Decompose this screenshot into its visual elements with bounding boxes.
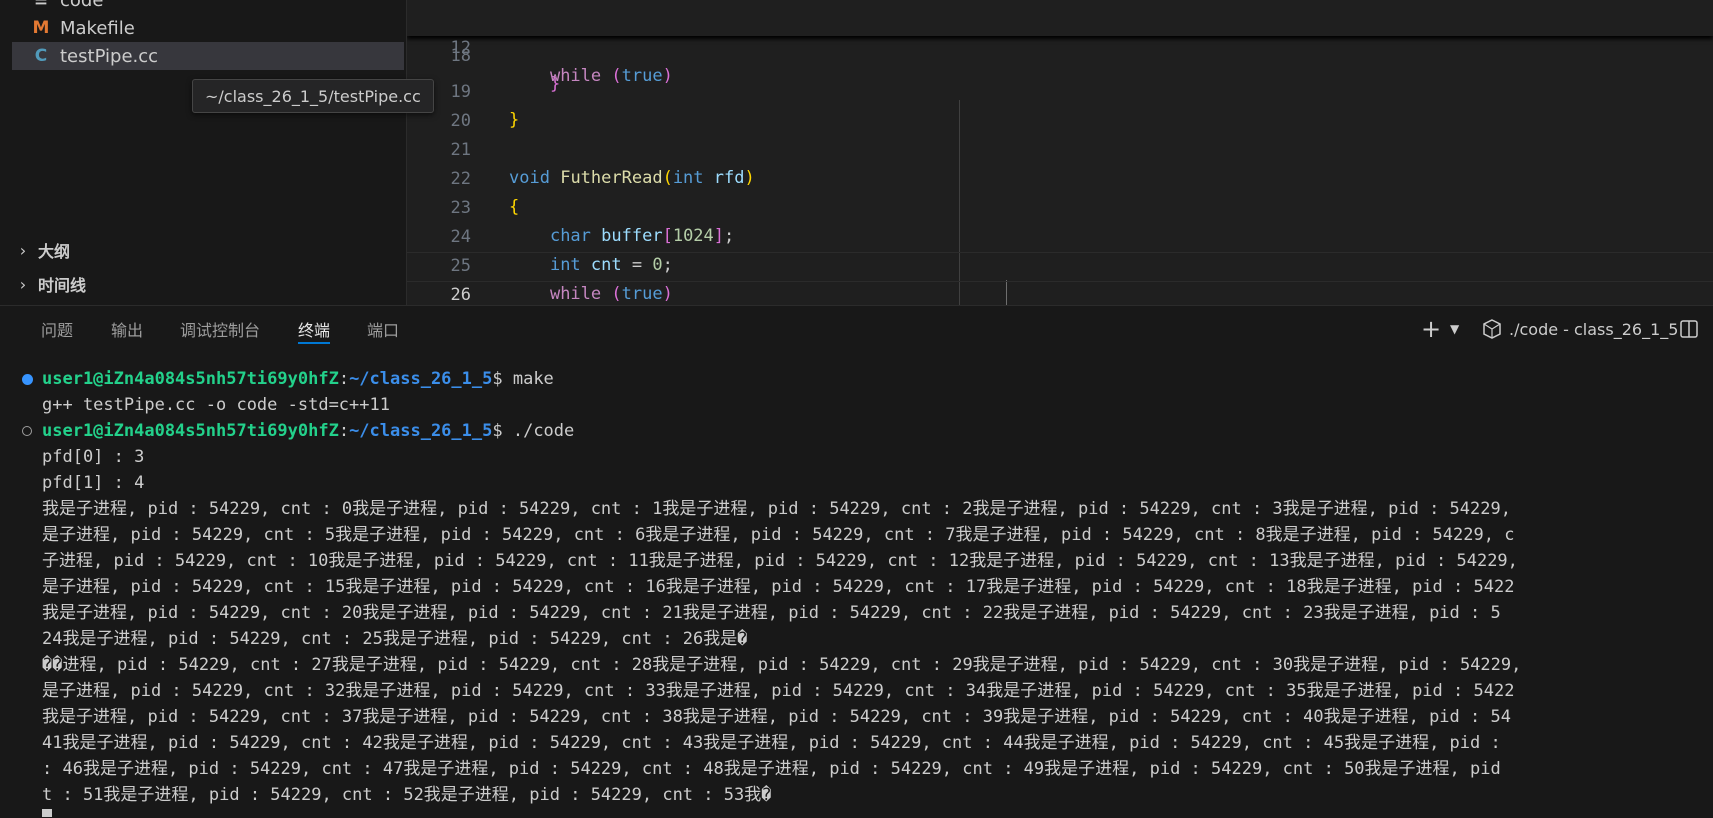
chevron-down-icon[interactable]: ▼ <box>1450 306 1459 352</box>
file-icon: ≡ <box>33 0 49 10</box>
code-editor[interactable]: 18 } 12 while (true) 19 } 20 21 void Fut… <box>407 0 1713 305</box>
command-running-dot-icon <box>22 426 32 436</box>
split-icon <box>1680 320 1698 338</box>
line-number: 12 <box>450 38 471 58</box>
file-path-tooltip: ~/class_26_1_5/testPipe.cc <box>192 79 434 113</box>
terminal-output[interactable]: user1@iZn4a084s5nh57ti69y0hfZ:~/class_26… <box>0 366 1713 816</box>
output-line: pfd[0] : 3 <box>42 447 145 467</box>
tab-problems[interactable]: 问题 <box>41 306 73 352</box>
code-line-current: 26 { <box>407 252 1713 305</box>
file-label: code <box>60 0 104 11</box>
prompt-user: user1@iZn4a084s5nh57ti69y0hfZ <box>42 421 339 441</box>
file-item-makefile[interactable]: M Makefile <box>12 14 404 42</box>
output-line: t : 51我是子进程, pid : 54229, cnt : 52我是子进程,… <box>42 785 772 805</box>
terminal-cursor <box>42 809 52 817</box>
prompt-path: ~/class_26_1_5 <box>349 369 493 389</box>
file-label: Makefile <box>60 17 135 39</box>
output-line: g++ testPipe.cc -o code -std=c++11 <box>42 395 390 415</box>
output-line: 是子进程, pid : 54229, cnt : 5我是子进程, pid : 5… <box>42 525 1515 545</box>
code-line: 27 sleep(5); <box>407 281 1713 305</box>
output-line: 我是子进程, pid : 54229, cnt : 20我是子进程, pid :… <box>42 603 1501 623</box>
output-line: 我是子进程, pid : 54229, cnt : 37我是子进程, pid :… <box>42 707 1511 727</box>
command-success-dot-icon <box>22 374 33 385</box>
code-line: 24 int cnt = 0; <box>407 195 1713 275</box>
output-line: 子进程, pid : 54229, cnt : 10我是子进程, pid : 5… <box>42 551 1518 571</box>
sticky-scroll-header[interactable]: 12 while (true) <box>407 0 1713 86</box>
chevron-right-icon: › <box>19 240 27 260</box>
output-line: : 46我是子进程, pid : 54229, cnt : 47我是子进程, p… <box>42 759 1501 779</box>
outline-section[interactable]: › 大纲 <box>12 236 70 264</box>
bottom-panel: 问题 输出 调试控制台 终端 端口 + ▼ ./code - class_26_… <box>0 305 1713 818</box>
code-line: 21 void FutherRead(int rfd) <box>407 108 1713 188</box>
prompt-line: user1@iZn4a084s5nh57ti69y0hfZ:~/class_26… <box>42 369 554 389</box>
line-code: while (true) <box>549 66 673 86</box>
code-line: 22 { <box>407 137 1713 217</box>
output-line: 是子进程, pid : 54229, cnt : 32我是子进程, pid : … <box>42 681 1515 701</box>
panel-tabs: 问题 输出 调试控制台 终端 端口 + ▼ ./code - class_26_… <box>0 306 1713 352</box>
new-terminal-icon[interactable]: + <box>1421 306 1441 352</box>
sticky-line: 12 while (true) <box>407 6 1713 86</box>
prompt-path: ~/class_26_1_5 <box>349 421 493 441</box>
tab-ports[interactable]: 端口 <box>367 306 399 352</box>
explorer-sidebar: ≡ code M Makefile C testPipe.cc › 大纲 › 时… <box>0 0 407 305</box>
command: make <box>512 369 554 389</box>
file-item-testpipe[interactable]: C testPipe.cc <box>12 42 404 70</box>
workbench-top: ≡ code M Makefile C testPipe.cc › 大纲 › 时… <box>0 0 1713 305</box>
section-label: 时间线 <box>38 276 87 295</box>
tab-terminal[interactable]: 终端 <box>298 306 331 352</box>
output-line: 我是子进程, pid : 54229, cnt : 0我是子进程, pid : … <box>42 499 1511 519</box>
file-label: testPipe.cc <box>60 45 159 67</box>
prompt-user: user1@iZn4a084s5nh57ti69y0hfZ <box>42 369 339 389</box>
terminal-cube-icon <box>1483 319 1501 339</box>
chevron-right-icon: › <box>19 274 27 294</box>
output-line: 41我是子进程, pid : 54229, cnt : 42我是子进程, pid… <box>42 733 1501 753</box>
tab-debug-console[interactable]: 调试控制台 <box>180 306 260 352</box>
tab-output[interactable]: 输出 <box>111 306 143 352</box>
output-line: pfd[1] : 4 <box>42 473 145 493</box>
output-line: ��进程, pid : 54229, cnt : 27我是子进程, pid : … <box>42 655 1522 675</box>
cpp-file-icon: C <box>34 46 48 66</box>
command: ./code <box>512 421 575 441</box>
split-terminal-icon[interactable] <box>1678 306 1700 352</box>
output-line: 24我是子进程, pid : 54229, cnt : 25我是子进程, pid… <box>42 629 748 649</box>
prompt-line: user1@iZn4a084s5nh57ti69y0hfZ:~/class_26… <box>42 421 575 441</box>
section-label: 大纲 <box>38 242 71 261</box>
makefile-icon: M <box>32 18 50 38</box>
timeline-section[interactable]: › 时间线 <box>12 270 86 298</box>
file-item-code[interactable]: ≡ code <box>12 0 404 14</box>
code-line: 23 char buffer[1024]; <box>407 166 1713 246</box>
code-line: 25 while (true) <box>407 224 1713 304</box>
terminal-name: ./code - class_26_1_5 <box>1509 319 1679 339</box>
output-line: 是子进程, pid : 54229, cnt : 15我是子进程, pid : … <box>42 577 1515 597</box>
terminal-selector[interactable]: ./code - class_26_1_5 <box>1481 306 1678 352</box>
